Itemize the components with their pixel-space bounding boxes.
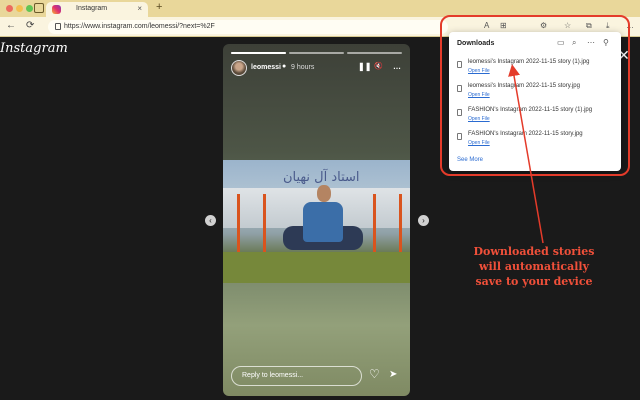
annotation-line: save to your device [475,275,593,288]
annotation-text: Downloaded stories will automatically sa… [444,244,624,289]
annotation-line: will automatically [479,260,589,273]
annotation-line: Downloaded stories [473,245,595,258]
annotation-arrow-icon [508,64,544,244]
